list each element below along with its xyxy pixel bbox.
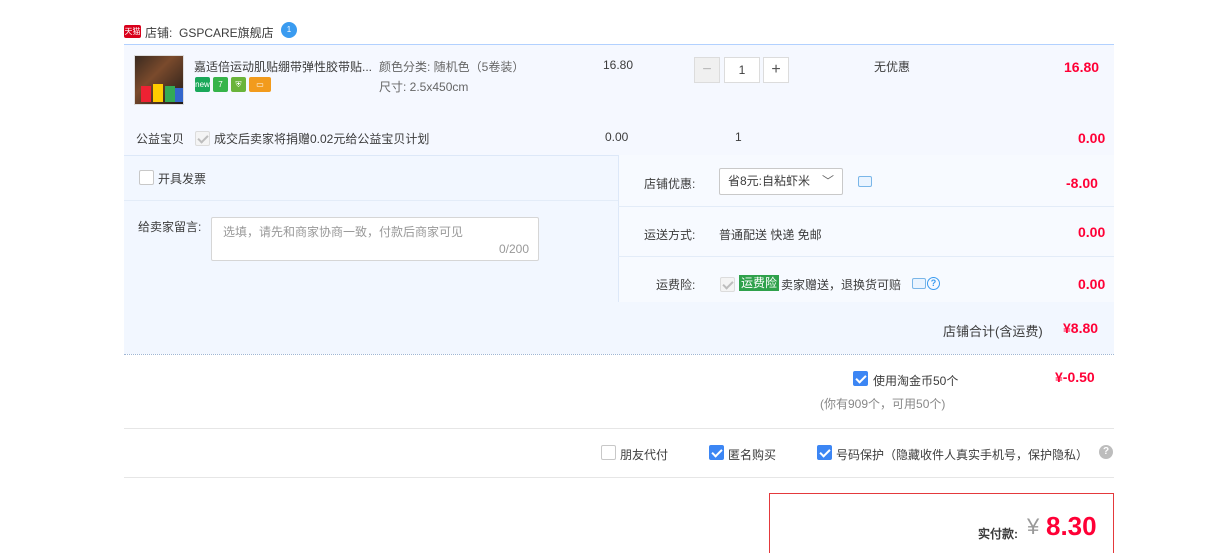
shipping-amount: 0.00: [1078, 224, 1106, 240]
coins-label: 使用淘金币50个: [873, 374, 959, 388]
shop-name-link[interactable]: GSPCARE旗舰店: [179, 24, 274, 41]
seven-day-return-icon[interactable]: 7: [213, 77, 228, 92]
shop-total-amount: ¥8.80: [1063, 320, 1099, 336]
privacy-label: 号码保护（隐藏收件人真实手机号，保护隐私）: [836, 448, 1089, 462]
shop-label: 店铺:: [145, 26, 173, 40]
charity-price: 0.00: [605, 130, 629, 144]
friend-pay-label: 朋友代付: [620, 448, 669, 462]
privacy-checkbox[interactable]: [817, 445, 832, 460]
wangwang-chat-icon[interactable]: 1: [281, 22, 297, 38]
charity-checkbox: [195, 131, 210, 146]
message-textarea[interactable]: 选填，请先和商家协商一致，付款后商家可见 0/200: [211, 217, 539, 261]
item-thumbnail[interactable]: [134, 55, 184, 105]
shipping-value: 普通配送 快递 免邮: [719, 228, 822, 242]
invoice-checkbox[interactable]: [139, 170, 154, 185]
chat-bubble-icon[interactable]: [912, 278, 926, 289]
thumb-strip: [165, 86, 175, 102]
invoice-label: 开具发票: [158, 172, 207, 186]
divider: [124, 428, 1114, 429]
message-label: 给卖家留言:: [138, 220, 202, 234]
insurance-text: 卖家赠送，退换货可赔: [781, 278, 902, 292]
charity-text: 成交后卖家将捐赠0.02元给公益宝贝计划: [214, 132, 430, 146]
message-counter: 0/200: [498, 242, 529, 256]
qty-input[interactable]: 1: [724, 57, 760, 83]
item-subtotal: 16.80: [1064, 59, 1100, 75]
coins-checkbox[interactable]: [853, 371, 868, 386]
divider: [618, 155, 619, 302]
shop-coupon-select[interactable]: 省8元:自粘虾米 ﹀: [719, 168, 843, 195]
service-icons: new 7 ⛨ ▭: [195, 77, 271, 92]
divider: [124, 477, 1114, 478]
charity-label: 公益宝贝: [136, 132, 185, 146]
guarantee-icon[interactable]: ⛨: [231, 77, 246, 92]
coins-amount: ¥-0.50: [1055, 369, 1095, 385]
divider: [124, 200, 618, 201]
help-icon[interactable]: ?: [927, 277, 940, 290]
help-icon[interactable]: ?: [1099, 445, 1113, 459]
coins-sub: (你有909个，可用50个): [820, 397, 946, 411]
dotted-divider: [124, 354, 1114, 355]
pay-amount: 8.30: [1046, 511, 1097, 541]
message-placeholder: 选填，请先和商家协商一致，付款后商家可见: [223, 225, 464, 239]
sku-color: 颜色分类: 随机色（5卷装）: [379, 60, 525, 74]
tmall-badge: 天猫: [124, 25, 141, 38]
item-title-link[interactable]: 嘉适倍运动肌贴绷带弹性胶带贴...: [194, 58, 374, 75]
insurance-tag: 运费险: [739, 275, 780, 291]
shop-coupon-amount: -8.00: [1066, 175, 1098, 191]
insurance-label: 运费险:: [656, 278, 696, 292]
insurance-amount: 0.00: [1078, 276, 1106, 292]
pay-currency: ¥: [1027, 514, 1040, 539]
insurance-checkbox: [720, 277, 735, 292]
item-discount: 无优惠: [874, 60, 911, 74]
qty-plus-button[interactable]: +: [763, 57, 789, 83]
anonymous-label: 匿名购买: [728, 448, 777, 462]
pay-label: 实付款:: [978, 527, 1018, 541]
chevron-down-icon: ﹀: [821, 174, 834, 188]
divider: [618, 206, 1114, 207]
chat-bubble-icon[interactable]: [858, 176, 872, 187]
shop-coupon-selected: 省8元:自粘虾米: [728, 174, 811, 188]
thumb-strip: [141, 86, 151, 102]
thumb-strip: [175, 88, 183, 102]
shop-coupon-label: 店铺优惠:: [644, 177, 696, 191]
credit-card-icon[interactable]: ▭: [249, 77, 271, 92]
qty-minus-button[interactable]: −: [694, 57, 720, 83]
divider: [618, 256, 1114, 257]
anonymous-checkbox[interactable]: [709, 445, 724, 460]
friend-pay-checkbox[interactable]: [601, 445, 616, 460]
sku-size: 尺寸: 2.5x450cm: [379, 80, 469, 94]
charity-subtotal: 0.00: [1078, 130, 1106, 146]
item-unit-price: 16.80: [603, 58, 634, 72]
shipping-label: 运送方式:: [644, 228, 696, 242]
thumb-strip: [153, 84, 163, 102]
charity-qty: 1: [735, 130, 742, 144]
shop-total-label: 店铺合计(含运费): [943, 324, 1043, 339]
wangwang-badge: 1: [286, 25, 292, 34]
new-product-icon[interactable]: new: [195, 77, 210, 92]
